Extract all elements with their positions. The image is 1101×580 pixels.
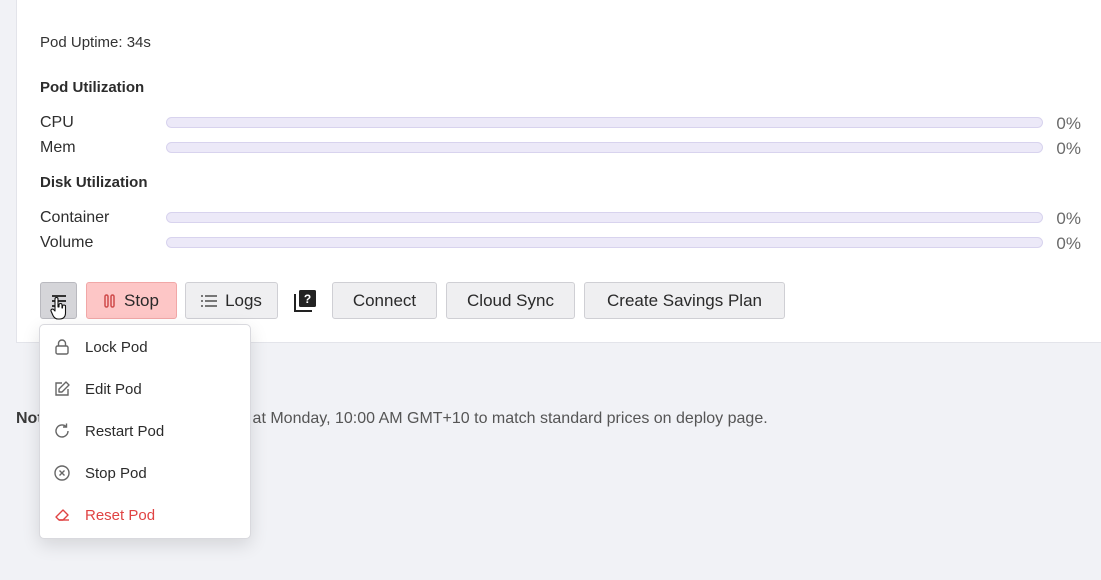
- cpu-percent: 0%: [1056, 114, 1081, 133]
- svg-text:?: ?: [304, 292, 311, 306]
- help-book-icon[interactable]: ?: [293, 289, 317, 313]
- lock-icon: [55, 339, 69, 355]
- cpu-label: CPU: [40, 114, 74, 131]
- container-progress-bar: [166, 212, 1043, 223]
- edit-icon: [55, 381, 70, 396]
- cloud-sync-button-label: Cloud Sync: [467, 290, 554, 310]
- cloud-sync-button[interactable]: Cloud Sync: [446, 282, 575, 319]
- container-percent: 0%: [1056, 209, 1081, 228]
- menu-item-label: Edit Pod: [85, 380, 142, 398]
- pod-actions-menu: Lock Pod Edit Pod Restart Pod Stop Pod R…: [39, 324, 251, 539]
- menu-item-restart-pod[interactable]: Restart Pod: [40, 411, 250, 451]
- menu-item-label: Stop Pod: [85, 464, 147, 482]
- container-label: Container: [40, 209, 110, 226]
- mem-label: Mem: [40, 139, 76, 156]
- menu-item-lock-pod[interactable]: Lock Pod: [40, 327, 250, 367]
- volume-label: Volume: [40, 234, 94, 251]
- disk-utilization-title: Disk Utilization: [40, 174, 148, 191]
- list-icon: [201, 294, 218, 307]
- menu-item-label: Reset Pod: [85, 506, 156, 524]
- connect-button[interactable]: Connect: [332, 282, 437, 319]
- stop-button-label: Stop: [124, 290, 159, 310]
- create-savings-plan-label: Create Savings Plan: [607, 290, 762, 310]
- menu-item-label: Restart Pod: [85, 422, 165, 440]
- menu-item-stop-pod[interactable]: Stop Pod: [40, 453, 250, 493]
- volume-percent: 0%: [1056, 234, 1081, 253]
- restart-icon: [55, 423, 69, 438]
- mem-percent: 0%: [1056, 139, 1081, 158]
- logs-button-label: Logs: [225, 290, 262, 310]
- stop-circle-icon: [54, 465, 70, 481]
- menu-item-label: Lock Pod: [85, 338, 148, 356]
- pod-utilization-title: Pod Utilization: [40, 79, 145, 96]
- cpu-progress-bar: [166, 117, 1043, 128]
- pod-uptime: Pod Uptime: 34s: [40, 34, 151, 51]
- create-savings-plan-button[interactable]: Create Savings Plan: [584, 282, 785, 319]
- volume-progress-bar: [166, 237, 1043, 248]
- hand-cursor-icon: [50, 297, 67, 320]
- eraser-icon: [55, 509, 69, 521]
- notice-text: ed weekly at Monday, 10:00 AM GMT+10 to …: [176, 410, 768, 427]
- menu-item-reset-pod[interactable]: Reset Pod: [40, 495, 250, 535]
- pause-icon: [104, 293, 115, 308]
- stop-button[interactable]: Stop: [86, 282, 177, 319]
- logs-button[interactable]: Logs: [185, 282, 278, 319]
- menu-item-edit-pod[interactable]: Edit Pod: [40, 369, 250, 409]
- mem-progress-bar: [166, 142, 1043, 153]
- connect-button-label: Connect: [352, 290, 417, 310]
